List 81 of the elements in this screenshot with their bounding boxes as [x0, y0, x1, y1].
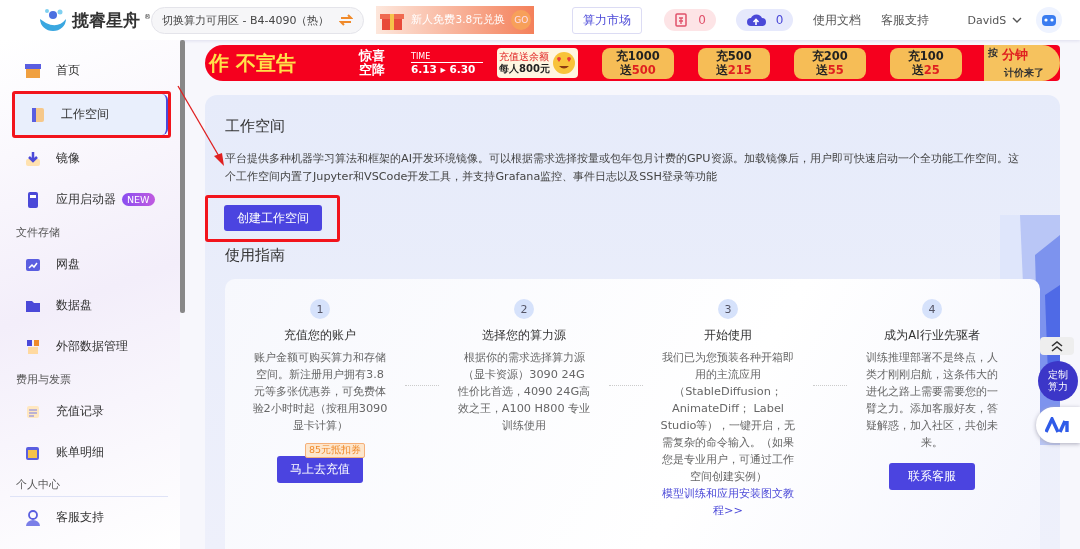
- slogan-text: 作 不宣告: [207, 49, 297, 77]
- section-title: 使用指南: [225, 246, 286, 265]
- step-description: 账户金额可购买算力和存储空间。新注册用户拥有3.8元等多张优惠券，可免费体验2小时时起（按租用3090显卡计算）: [252, 350, 388, 434]
- promo-text: 新人免费3.8元兑换: [411, 13, 506, 27]
- event-text: 惊喜空降: [359, 49, 386, 77]
- promo-card-text: 充值送余额: [499, 51, 550, 63]
- tutorial-link[interactable]: 模型训练和应用安装图文教程>>: [660, 485, 796, 519]
- section-label: 费用与发票: [15, 371, 72, 388]
- step-button[interactable]: 马上去充值: [277, 456, 363, 483]
- step-number: 4: [922, 299, 942, 319]
- step-description: 训练推理部署不是终点，人类才刚刚启航，这条伟大的进化之路上需要需要您的一臂之力。添加客服好友，答疑解惑，加入社区，共创未来。: [865, 350, 999, 451]
- go-badge: GO: [511, 10, 532, 30]
- sidebar-item[interactable]: 充值记录: [10, 391, 168, 432]
- section-label: 个人中心: [10, 473, 168, 497]
- sidebar-item[interactable]: 客服支持: [10, 497, 168, 538]
- nav-link[interactable]: 使用文档: [813, 11, 862, 29]
- market-button[interactable]: 算力市场: [572, 6, 643, 34]
- step-title: 充值您的账户: [284, 328, 356, 343]
- step-title: 选择您的算力源: [482, 328, 566, 343]
- step-button[interactable]: 联系客服: [889, 463, 975, 490]
- sidebar-item[interactable]: 网盘: [10, 244, 168, 285]
- offer-amount: 充100: [907, 49, 944, 63]
- offer-tile[interactable]: 充200 送55: [793, 47, 866, 79]
- promo-strip[interactable]: 作 不宣告 惊喜空降 TIME 6.13 ▸ 6.30 充值送余额 每人800元 充1000 送500 充500 送215 充200 送55 充100 送25 按 分钟 计价来了: [205, 45, 1060, 81]
- description-text: 平台提供多种机器学习算法和框架的AI开发环境镜像。可以根据需求选择按量或包年包月计费的GPU资源。加载镜像后，用户即可快速启动一个全功能工作空间。这个工作空间内置了Jupyter和VSCode开发工具，并支持Grafana监控、事件日志以及SSH登录等功能: [225, 151, 1020, 185]
- step-description: 根据你的需求选择算力源（显卡资源）3090 24G 性价比首选，4090 24G高效之王，A100 H800 专业训练使用: [456, 350, 592, 434]
- user-menu[interactable]: DavidS: [961, 12, 1029, 28]
- custom-compute-button[interactable]: 定制算力: [1038, 361, 1078, 401]
- assistant-button[interactable]: [1036, 407, 1080, 443]
- step-number: 1: [310, 299, 330, 319]
- cloud-upload-icon: [745, 12, 766, 28]
- swap-icon: [339, 13, 354, 27]
- offer-bonus: 送500: [619, 63, 656, 77]
- blocks-icon: [24, 337, 42, 356]
- offer-bonus: 送55: [815, 63, 844, 77]
- promo-card-text: 每人800元: [499, 63, 550, 75]
- robot-avatar-icon: [1036, 7, 1063, 33]
- offer-amount: 充1000: [615, 49, 660, 63]
- offer-bonus: 送215: [715, 63, 752, 77]
- sidebar-item[interactable]: 数据盘: [10, 285, 168, 326]
- step-number: 3: [718, 299, 738, 319]
- section-label: 文件存储: [15, 224, 61, 241]
- caret-icon: [1012, 16, 1023, 24]
- time-label: TIME: [411, 51, 483, 63]
- zone-selector[interactable]: 切换算力可用区 - B4-4090（热）: [151, 6, 365, 34]
- sidebar-item[interactable]: 首页: [10, 50, 168, 91]
- new-badge: NEW: [122, 193, 155, 206]
- emoji-icon: [551, 51, 576, 75]
- sidebar-item[interactable]: 外部数据管理: [10, 326, 168, 367]
- download-icon: [24, 149, 42, 168]
- step-description: 我们已为您预装各种开箱即用的主流应用（StableDiffusion；AnimateDiff； Label Studio等），一键开启，无需复杂的命令输入。（如果您是专业用户，可通过工作空间创建实例）: [660, 350, 796, 485]
- date-range: 6.13 ▸ 6.30: [411, 62, 477, 75]
- notebook-icon: [29, 105, 47, 124]
- sidebar-item[interactable]: 镜像: [10, 138, 168, 179]
- offer-bonus: 送25: [911, 63, 940, 77]
- logo-text: 揽睿星舟: [72, 8, 140, 32]
- offer-tile[interactable]: 充500 送215: [697, 47, 770, 79]
- offer-tile[interactable]: 充100 送25: [889, 47, 962, 79]
- step-number: 2: [514, 299, 534, 319]
- ai-logo-icon: [1045, 417, 1071, 433]
- tile-text: 按: [987, 46, 998, 60]
- sidebar-item[interactable]: 工作空间: [15, 94, 168, 135]
- coupon-icon: [674, 13, 689, 27]
- scrollbar[interactable]: [180, 40, 185, 313]
- coupon-tag: 85元抵扣券: [304, 443, 365, 458]
- sidebar-item[interactable]: 账单明细: [10, 432, 168, 473]
- logo-icon: [38, 7, 68, 33]
- step-title: 开始使用: [704, 328, 752, 343]
- sidebar-item[interactable]: 应用启动器 NEW: [10, 179, 168, 220]
- create-workspace-button[interactable]: 创建工作空间: [224, 205, 322, 231]
- offer-tile[interactable]: 充1000 送500: [601, 47, 674, 79]
- step-title: 成为AI行业先驱者: [884, 328, 980, 343]
- tile-text: 分钟: [1001, 46, 1028, 64]
- offer-amount: 充200: [811, 49, 848, 63]
- tile-text: 计价来了: [1003, 66, 1044, 80]
- nav-link[interactable]: 客服支持: [881, 11, 930, 29]
- scroll-top-button[interactable]: [1040, 337, 1074, 355]
- upload-button[interactable]: 0: [735, 9, 794, 31]
- double-chevron-icon: [1050, 340, 1064, 352]
- section-title: 工作空间: [225, 117, 286, 136]
- offer-amount: 充500: [715, 49, 752, 63]
